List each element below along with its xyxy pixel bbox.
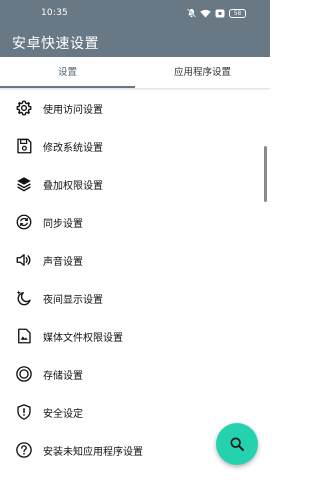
list-item-label: 安全设定	[43, 409, 83, 420]
gear-icon	[15, 99, 33, 117]
app-title: 安卓快速设置	[12, 36, 99, 52]
list-item-sync[interactable]: 同步设置	[0, 203, 262, 241]
list-item-label: 叠加权限设置	[43, 181, 103, 192]
help-icon	[15, 441, 33, 459]
list-item-sound[interactable]: 声音设置	[0, 241, 262, 279]
night-mode-icon	[15, 289, 33, 307]
app-screen: 10:35 58 安卓快速设置 设置 应用程序设置 使用访问设置 修改系统设置 …	[0, 0, 270, 480]
tab-app-settings[interactable]: 应用程序设置	[135, 57, 270, 88]
image-file-icon	[15, 327, 33, 345]
list-item-label: 夜间显示设置	[43, 295, 103, 306]
list-item-label: 声音设置	[43, 257, 83, 268]
list-item-media-permission[interactable]: 媒体文件权限设置	[0, 317, 262, 355]
list-item-label: 同步设置	[43, 219, 83, 230]
status-time: 10:35	[41, 8, 68, 18]
notification-badge-icon	[215, 9, 225, 18]
tab-bar: 设置 应用程序设置	[0, 57, 270, 89]
list-item-label: 存储设置	[43, 371, 83, 382]
status-icons: 58	[187, 7, 246, 19]
scrollbar[interactable]	[264, 146, 267, 202]
shield-icon	[15, 403, 33, 421]
list-item-label: 安装未知应用程序设置	[43, 447, 143, 458]
layers-icon	[15, 175, 33, 193]
search-icon	[230, 437, 244, 451]
battery-icon: 58	[229, 8, 246, 18]
status-bar: 10:35 58	[0, 0, 270, 27]
list-item-usage-access[interactable]: 使用访问设置	[0, 89, 262, 127]
wifi-icon	[200, 9, 211, 18]
storage-icon	[15, 365, 33, 383]
app-bar: 安卓快速设置	[0, 27, 270, 57]
speaker-icon	[15, 251, 33, 269]
list-item-label: 修改系统设置	[43, 143, 103, 154]
tab-settings[interactable]: 设置	[0, 57, 135, 88]
list-item-modify-system[interactable]: 修改系统设置	[0, 127, 262, 165]
mute-icon	[187, 8, 196, 18]
list-item-label: 使用访问设置	[43, 105, 103, 116]
list-item-security[interactable]: 安全设定	[0, 393, 262, 431]
save-icon	[15, 137, 33, 155]
tab-indicator	[0, 86, 135, 88]
list-item-label: 媒体文件权限设置	[43, 333, 123, 344]
search-button[interactable]	[216, 423, 258, 465]
list-item-night-display[interactable]: 夜间显示设置	[0, 279, 262, 317]
list-item-storage[interactable]: 存储设置	[0, 355, 262, 393]
sync-icon	[15, 213, 33, 231]
list-item-overlay-permission[interactable]: 叠加权限设置	[0, 165, 262, 203]
